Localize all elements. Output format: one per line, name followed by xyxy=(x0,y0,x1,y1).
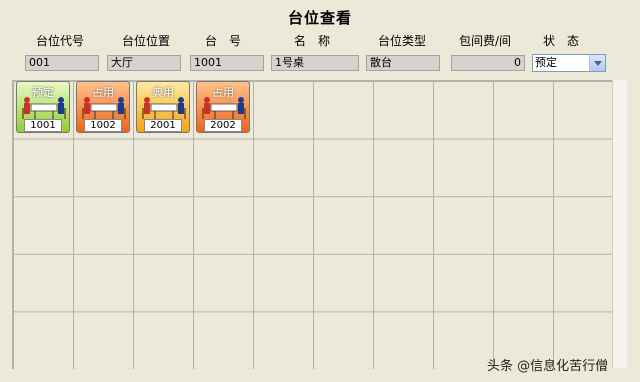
dining-table-icon xyxy=(142,97,186,119)
type-field[interactable]: 散台 xyxy=(366,55,440,71)
table-tile[interactable]: 占用 1002 xyxy=(76,81,130,133)
dining-table-icon xyxy=(22,97,66,119)
status-select-value: 预定 xyxy=(535,56,557,69)
number-field[interactable]: 1001 xyxy=(190,55,264,71)
table-number: 2001 xyxy=(144,119,182,132)
label-type: 台位类型 xyxy=(378,34,427,48)
name-field[interactable]: 1号桌 xyxy=(271,55,359,71)
label-location: 台位位置 xyxy=(122,34,171,48)
dining-table-icon xyxy=(202,97,246,119)
label-fee: 包间费/间 xyxy=(459,34,512,48)
table-tile[interactable]: 占用 2002 xyxy=(196,81,250,133)
label-number: 台 号 xyxy=(205,34,242,48)
status-select[interactable]: 预定 xyxy=(532,54,606,72)
label-status: 状 态 xyxy=(543,34,580,48)
fee-field[interactable]: 0 xyxy=(451,55,525,71)
table-tile[interactable]: 典用 2001 xyxy=(136,81,190,133)
window-title: 台位查看 xyxy=(287,9,352,27)
label-name: 名 称 xyxy=(294,34,331,48)
vertical-scrollbar[interactable] xyxy=(612,80,627,368)
label-code: 台位代号 xyxy=(36,34,85,48)
table-number: 1001 xyxy=(24,119,62,132)
location-field[interactable]: 大厅 xyxy=(107,55,181,71)
chevron-down-icon[interactable] xyxy=(589,55,605,71)
table-number: 1002 xyxy=(84,119,122,132)
table-tile[interactable]: 预定 1001 xyxy=(16,81,70,133)
code-field[interactable]: 001 xyxy=(25,55,99,71)
dining-table-icon xyxy=(82,97,126,119)
table-number: 2002 xyxy=(204,119,242,132)
watermark: 头条 @信息化苦行僧 xyxy=(487,359,609,374)
